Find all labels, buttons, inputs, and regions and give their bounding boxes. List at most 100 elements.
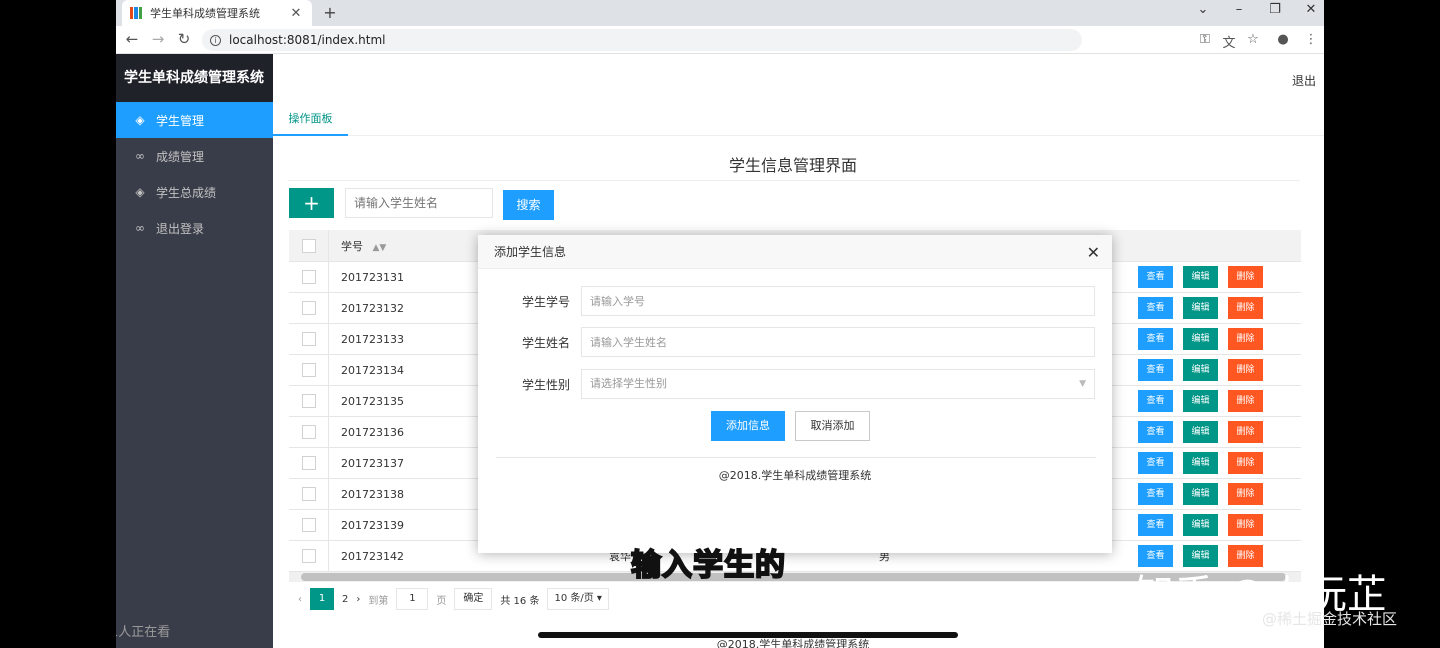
column-header-id: 学号 <box>341 239 363 253</box>
delete-button[interactable]: 删除 <box>1228 452 1263 474</box>
view-button[interactable]: 查看 <box>1138 421 1173 443</box>
edit-button[interactable]: 编辑 <box>1183 297 1218 319</box>
view-button[interactable]: 查看 <box>1138 297 1173 319</box>
sidebar-item-total-score[interactable]: ◈ 学生总成绩 <box>116 174 273 210</box>
edit-button[interactable]: 编辑 <box>1183 514 1218 536</box>
goto-confirm-button[interactable]: 确定 <box>454 588 493 610</box>
delete-button[interactable]: 删除 <box>1228 328 1263 350</box>
student-gender-select[interactable]: 请选择学生性别 ▼ <box>581 369 1095 399</box>
delete-button[interactable]: 删除 <box>1228 514 1263 536</box>
sidebar-item-score-management[interactable]: ∞ 成绩管理 <box>116 138 273 174</box>
edit-button[interactable]: 编辑 <box>1183 483 1218 505</box>
row-checkbox[interactable] <box>301 549 316 563</box>
tab-operation-panel[interactable]: 操作面板 <box>273 110 348 136</box>
total-count: 共 16 条 <box>500 595 540 607</box>
view-button[interactable]: 查看 <box>1138 452 1173 474</box>
edit-button[interactable]: 编辑 <box>1183 328 1218 350</box>
cancel-add-button[interactable]: 取消添加 <box>795 411 870 441</box>
link-icon: ∞ <box>135 149 145 163</box>
juejin-watermark: @稀土掘金技术社区 <box>1262 610 1398 628</box>
prev-page-icon[interactable]: ‹ <box>298 594 302 605</box>
tab-close-icon[interactable]: ✕ <box>288 6 304 21</box>
home-indicator <box>538 632 958 638</box>
tab-search-chevron-icon[interactable]: ⌄ <box>1188 2 1218 17</box>
search-input[interactable] <box>345 188 493 218</box>
key-icon[interactable]: ⚿ <box>1196 32 1214 47</box>
view-button[interactable]: 查看 <box>1138 483 1173 505</box>
top-header: 退出 <box>273 54 1324 102</box>
edit-button[interactable]: 编辑 <box>1183 421 1218 443</box>
sidebar: 学生单科成绩管理系统 ◈ 学生管理 ∞ 成绩管理 ◈ 学生总成绩 ∞ 退出登录 … <box>116 54 273 648</box>
delete-button[interactable]: 删除 <box>1228 297 1263 319</box>
site-info-icon[interactable]: i <box>210 34 221 46</box>
window-close-icon[interactable]: ✕ <box>1296 2 1324 17</box>
sidebar-item-student-management[interactable]: ◈ 学生管理 <box>116 102 273 138</box>
url-field[interactable]: i localhost:8081/index.html <box>202 29 1082 51</box>
new-tab-icon[interactable]: + <box>320 3 340 22</box>
edit-button[interactable]: 编辑 <box>1183 359 1218 381</box>
row-checkbox[interactable] <box>301 425 316 439</box>
view-button[interactable]: 查看 <box>1138 266 1173 288</box>
per-page-select[interactable]: 10 条/页 ▾ <box>547 588 609 610</box>
minimize-icon[interactable]: – <box>1224 2 1254 17</box>
row-checkbox[interactable] <box>301 487 316 501</box>
address-bar: ← → ↻ i localhost:8081/index.html ⚿ 文 ☆ … <box>116 26 1324 54</box>
row-checkbox[interactable] <box>301 518 316 532</box>
tab-strip: 学生单科成绩管理系统 ✕ + ⌄ – ❐ ✕ <box>116 0 1324 26</box>
video-subtitle: 输入学生的 <box>630 547 786 584</box>
view-button[interactable]: 查看 <box>1138 328 1173 350</box>
search-button[interactable]: 搜索 <box>503 190 554 220</box>
sidebar-item-logout[interactable]: ∞ 退出登录 <box>116 210 273 246</box>
delete-button[interactable]: 删除 <box>1228 483 1263 505</box>
next-page-icon[interactable]: › <box>356 594 360 605</box>
row-checkbox[interactable] <box>301 363 316 377</box>
goto-page-input[interactable]: 1 <box>396 588 429 610</box>
row-checkbox[interactable] <box>301 394 316 408</box>
edit-button[interactable]: 编辑 <box>1183 266 1218 288</box>
app-brand: 学生单科成绩管理系统 <box>116 54 273 102</box>
page-title: 学生信息管理界面 <box>728 156 857 175</box>
row-actions: 查看 编辑 删除 <box>1138 266 1263 288</box>
row-checkbox[interactable] <box>301 270 316 284</box>
layers-icon: ◈ <box>135 113 145 127</box>
view-button[interactable]: 查看 <box>1138 514 1173 536</box>
row-actions: 查看 编辑 删除 <box>1138 421 1263 443</box>
url-text: localhost:8081/index.html <box>229 33 386 47</box>
select-all-checkbox[interactable] <box>301 238 316 253</box>
back-icon[interactable]: ← <box>122 30 142 48</box>
add-student-button[interactable]: + <box>289 188 334 218</box>
page-1[interactable]: 1 <box>310 588 334 610</box>
edit-button[interactable]: 编辑 <box>1183 452 1218 474</box>
close-icon[interactable]: ✕ <box>1087 243 1100 262</box>
view-button[interactable]: 查看 <box>1138 359 1173 381</box>
row-checkbox[interactable] <box>301 332 316 346</box>
page-2[interactable]: 2 <box>342 594 348 605</box>
view-button[interactable]: 查看 <box>1138 390 1173 412</box>
pagination: ‹ 1 2 › 到第 1 页 确定 共 16 条 10 条/页 ▾ <box>298 588 609 610</box>
forward-icon[interactable]: → <box>148 30 168 48</box>
reload-icon[interactable]: ↻ <box>174 30 194 48</box>
row-checkbox[interactable] <box>301 301 316 315</box>
translate-icon[interactable]: 文 <box>1220 32 1238 51</box>
delete-button[interactable]: 删除 <box>1228 359 1263 381</box>
profile-icon[interactable]: ● <box>1274 32 1292 47</box>
edit-button[interactable]: 编辑 <box>1183 390 1218 412</box>
student-id-input[interactable] <box>581 286 1095 316</box>
delete-button[interactable]: 删除 <box>1228 390 1263 412</box>
dialog-title: 添加学生信息 <box>478 235 1112 269</box>
logout-link[interactable]: 退出 <box>1292 72 1316 89</box>
row-actions: 查看 编辑 删除 <box>1138 483 1263 505</box>
page-unit: 页 <box>436 595 447 607</box>
content-tabs: 操作面板 <box>273 102 1324 136</box>
student-name-input[interactable] <box>581 327 1095 357</box>
dialog-divider <box>496 457 1096 458</box>
sort-icon[interactable]: ▲▼ <box>373 243 387 253</box>
row-checkbox[interactable] <box>301 456 316 470</box>
delete-button[interactable]: 删除 <box>1228 266 1263 288</box>
browser-tab[interactable]: 学生单科成绩管理系统 ✕ <box>122 0 312 26</box>
delete-button[interactable]: 删除 <box>1228 421 1263 443</box>
submit-add-button[interactable]: 添加信息 <box>711 411 785 441</box>
maximize-icon[interactable]: ❐ <box>1260 2 1290 17</box>
bookmark-star-icon[interactable]: ☆ <box>1244 32 1262 47</box>
menu-dots-icon[interactable]: ⋮ <box>1302 32 1320 47</box>
